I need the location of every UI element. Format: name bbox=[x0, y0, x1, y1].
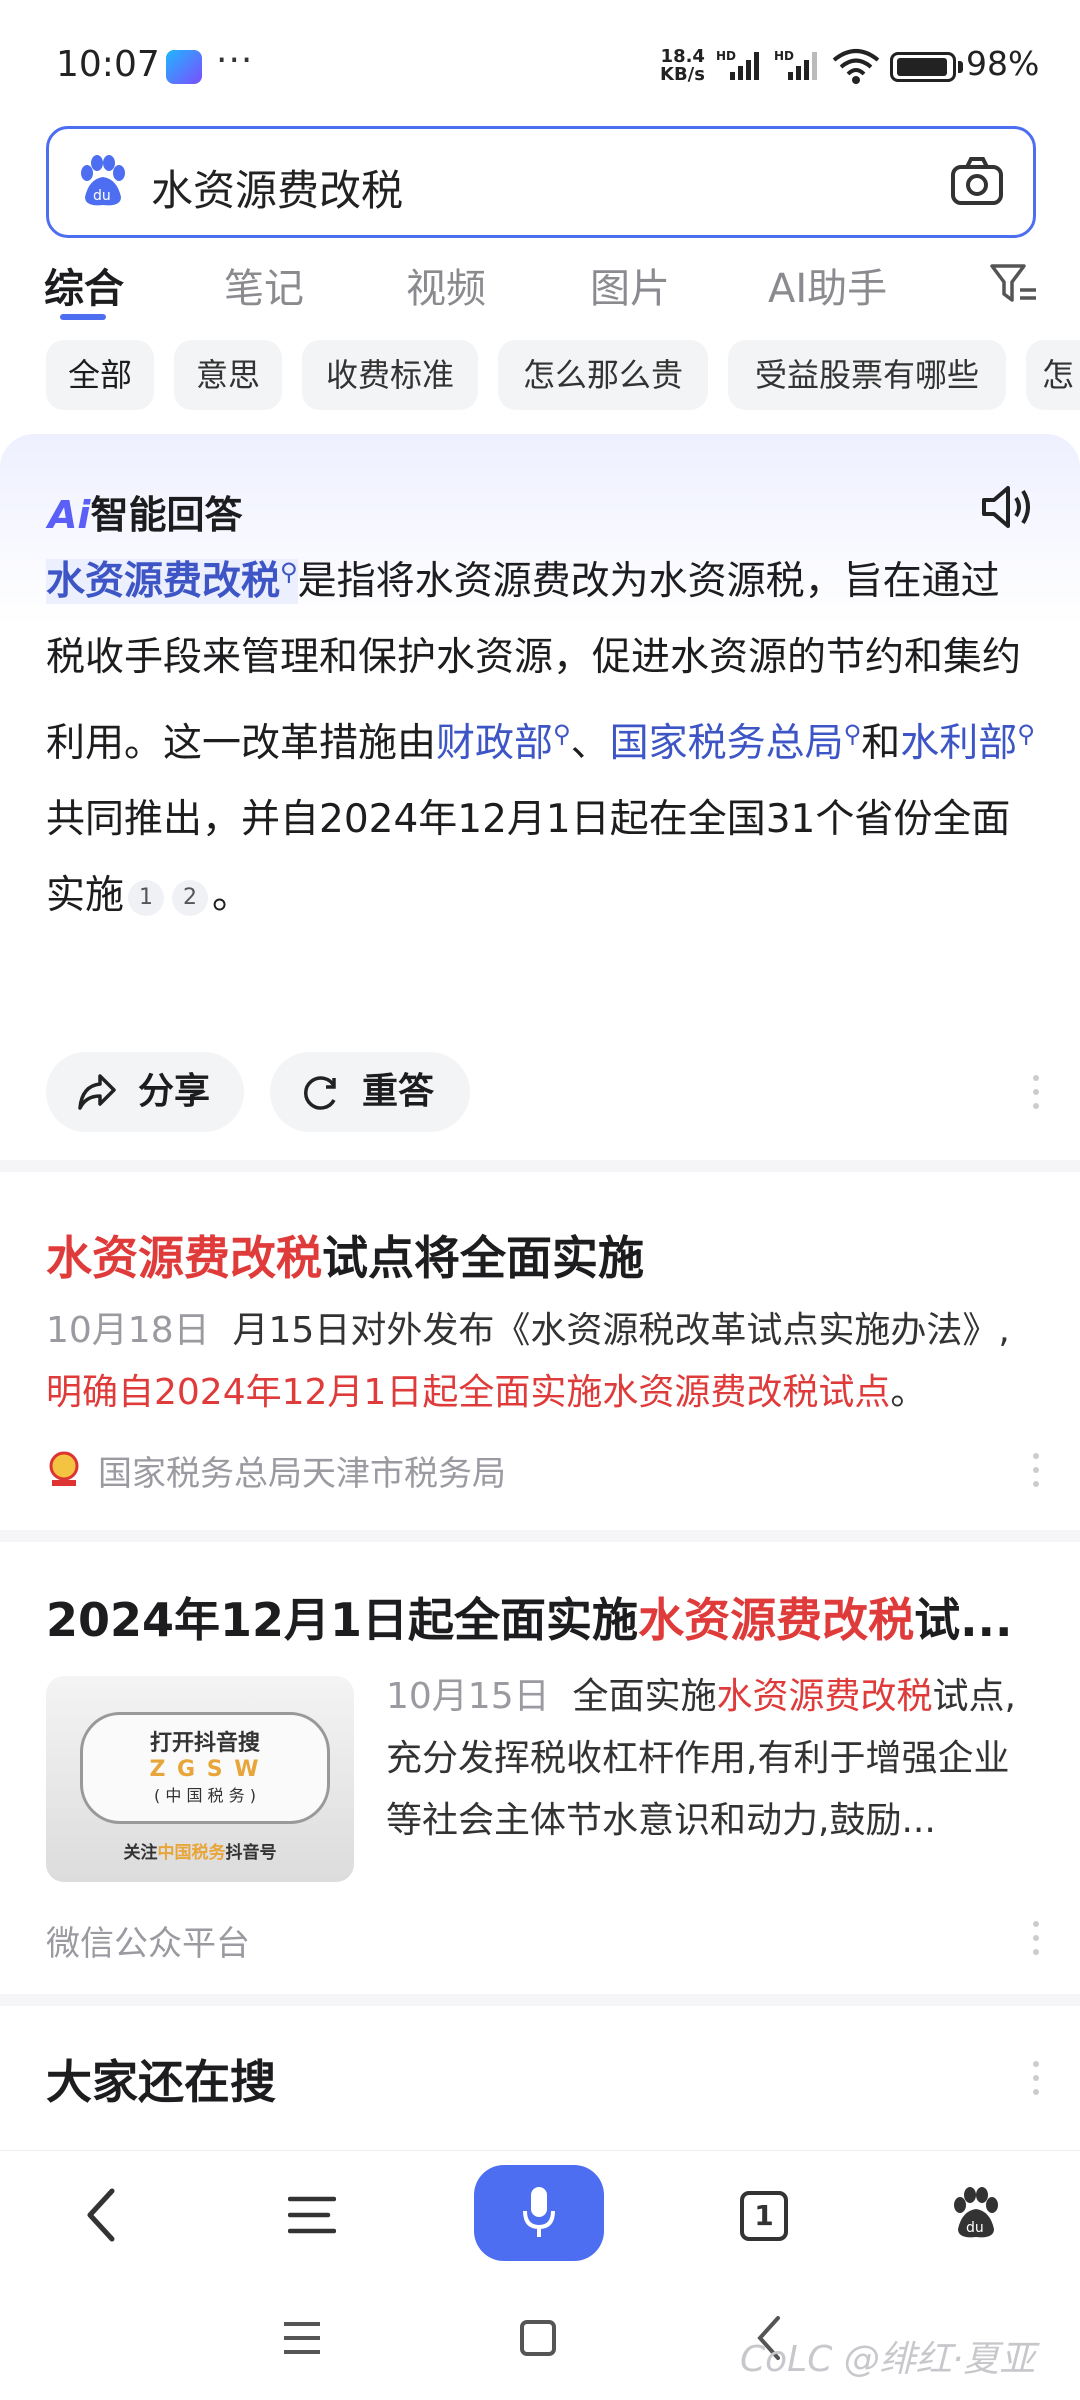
speaker-icon[interactable] bbox=[978, 478, 1036, 536]
divider bbox=[0, 1160, 1080, 1172]
result-title[interactable]: 水资源费改税试点将全面实施 bbox=[46, 1222, 1036, 1288]
chip-all[interactable]: 全部 bbox=[46, 340, 154, 410]
tax-bureau-emblem-icon bbox=[49, 1451, 79, 1486]
link-ministry-finance[interactable]: 财政部⚲ bbox=[436, 720, 571, 766]
tab-notes[interactable]: 笔记 bbox=[224, 256, 304, 314]
divider bbox=[0, 1530, 1080, 1542]
link-state-taxation[interactable]: 国家税务总局⚲ bbox=[610, 720, 862, 766]
ai-term-link[interactable]: 水资源费改税⚲ bbox=[46, 558, 298, 604]
chip-why-expensive[interactable]: 怎么那么贵 bbox=[498, 340, 708, 410]
result-more-icon[interactable] bbox=[1032, 1452, 1040, 1488]
app-notification-icon bbox=[166, 50, 202, 84]
ai-answer-logo: Ai智能回答 bbox=[48, 493, 243, 537]
network-speed: 18.4 KB/s bbox=[660, 46, 705, 85]
back-icon[interactable] bbox=[82, 2187, 122, 2243]
watermark: CoLC @绯红·夏亚 bbox=[740, 2339, 1036, 2380]
status-time: 10:07 bbox=[56, 44, 160, 85]
system-home-icon[interactable] bbox=[518, 2318, 558, 2358]
result-more-icon[interactable] bbox=[1032, 1920, 1040, 1956]
signal-icon-2: HD bbox=[774, 49, 817, 80]
tab-zonghe[interactable]: 综合 bbox=[44, 256, 124, 314]
battery-icon bbox=[890, 52, 956, 82]
refresh-icon bbox=[304, 1076, 336, 1110]
result-snippet: 10月15日 全面实施水资源费改税试点,充分发挥税收杠杆作用,有利于增强企业等社… bbox=[386, 1676, 1016, 1841]
ai-answer-card: Ai智能回答 水资源费改税⚲是指将水资源费改为水资源税，旨在通过税收手段来管理和… bbox=[0, 434, 1080, 1170]
tabs-count-button[interactable]: 1 bbox=[740, 2191, 788, 2241]
active-tab-indicator bbox=[60, 314, 106, 320]
result-title[interactable]: 2024年12月1日起全面实施水资源费改税试... bbox=[46, 1584, 1036, 1650]
tab-video[interactable]: 视频 bbox=[406, 256, 486, 314]
result-thumbnail[interactable]: 打开抖音搜 Z G S W ( 中 国 税 务 ) 关注中国税务抖音号 bbox=[46, 1676, 354, 1882]
reference-badge-2[interactable]: 2 bbox=[172, 879, 209, 916]
link-water-ministry[interactable]: 水利部⚲ bbox=[900, 720, 1035, 766]
svg-text:du: du bbox=[966, 2220, 984, 2236]
more-notifications-icon: ··· bbox=[216, 40, 254, 81]
svg-text:HD: HD bbox=[774, 49, 794, 63]
ai-answer-text: 水资源费改税⚲是指将水资源费改为水资源税，旨在通过税收手段来管理和保护水资源，促… bbox=[46, 558, 1035, 918]
tab-images[interactable]: 图片 bbox=[590, 256, 670, 314]
menu-icon[interactable] bbox=[288, 2191, 336, 2239]
share-icon bbox=[78, 1074, 116, 1110]
tab-ai-assistant[interactable]: AI助手 bbox=[768, 256, 887, 314]
bottom-navigation: 1 du bbox=[0, 2150, 1080, 2280]
search-result[interactable]: 水资源费改税试点将全面实施 10月18日 月15日对外发布《水资源税改革试点实施… bbox=[0, 1172, 1080, 1532]
microphone-icon bbox=[523, 2187, 555, 2237]
battery-percent: 98% bbox=[966, 44, 1040, 83]
voice-search-button[interactable] bbox=[474, 2165, 604, 2261]
related-searches-heading: 大家还在搜 bbox=[46, 2055, 276, 2109]
share-button[interactable]: 分享 bbox=[46, 1052, 244, 1132]
filter-icon[interactable] bbox=[988, 260, 1040, 308]
chip-more[interactable]: 怎 bbox=[1026, 340, 1080, 410]
search-box[interactable]: du 水资源费改税 bbox=[46, 126, 1036, 238]
baidu-home-icon[interactable]: du bbox=[948, 2185, 1004, 2241]
related-more-icon[interactable] bbox=[1032, 2060, 1040, 2096]
chip-meaning[interactable]: 意思 bbox=[174, 340, 282, 410]
status-bar: 10:07 ··· 18.4 KB/s HD HD 98% bbox=[0, 0, 1080, 120]
camera-icon[interactable] bbox=[949, 155, 1005, 207]
reference-badge-1[interactable]: 1 bbox=[128, 879, 165, 916]
result-source: 微信公众平台 bbox=[46, 1924, 250, 1964]
svg-text:du: du bbox=[93, 188, 111, 204]
more-options-icon[interactable] bbox=[1032, 1074, 1040, 1110]
chip-stocks[interactable]: 受益股票有哪些 bbox=[728, 340, 1006, 410]
result-source: 国家税务总局天津市税务局 bbox=[98, 1454, 506, 1494]
chip-fee-standard[interactable]: 收费标准 bbox=[302, 340, 478, 410]
system-menu-icon[interactable] bbox=[282, 2318, 322, 2358]
divider bbox=[0, 1994, 1080, 2006]
signal-icon: HD bbox=[716, 49, 759, 80]
wifi-icon bbox=[832, 49, 880, 84]
svg-text:HD: HD bbox=[716, 49, 736, 63]
result-snippet: 10月18日 月15日对外发布《水资源税改革试点实施办法》, 明确自2024年1… bbox=[46, 1310, 1010, 1413]
regenerate-button[interactable]: 重答 bbox=[270, 1052, 470, 1132]
baidu-paw-icon: du bbox=[81, 155, 125, 206]
search-input[interactable]: 水资源费改税 bbox=[151, 157, 403, 218]
